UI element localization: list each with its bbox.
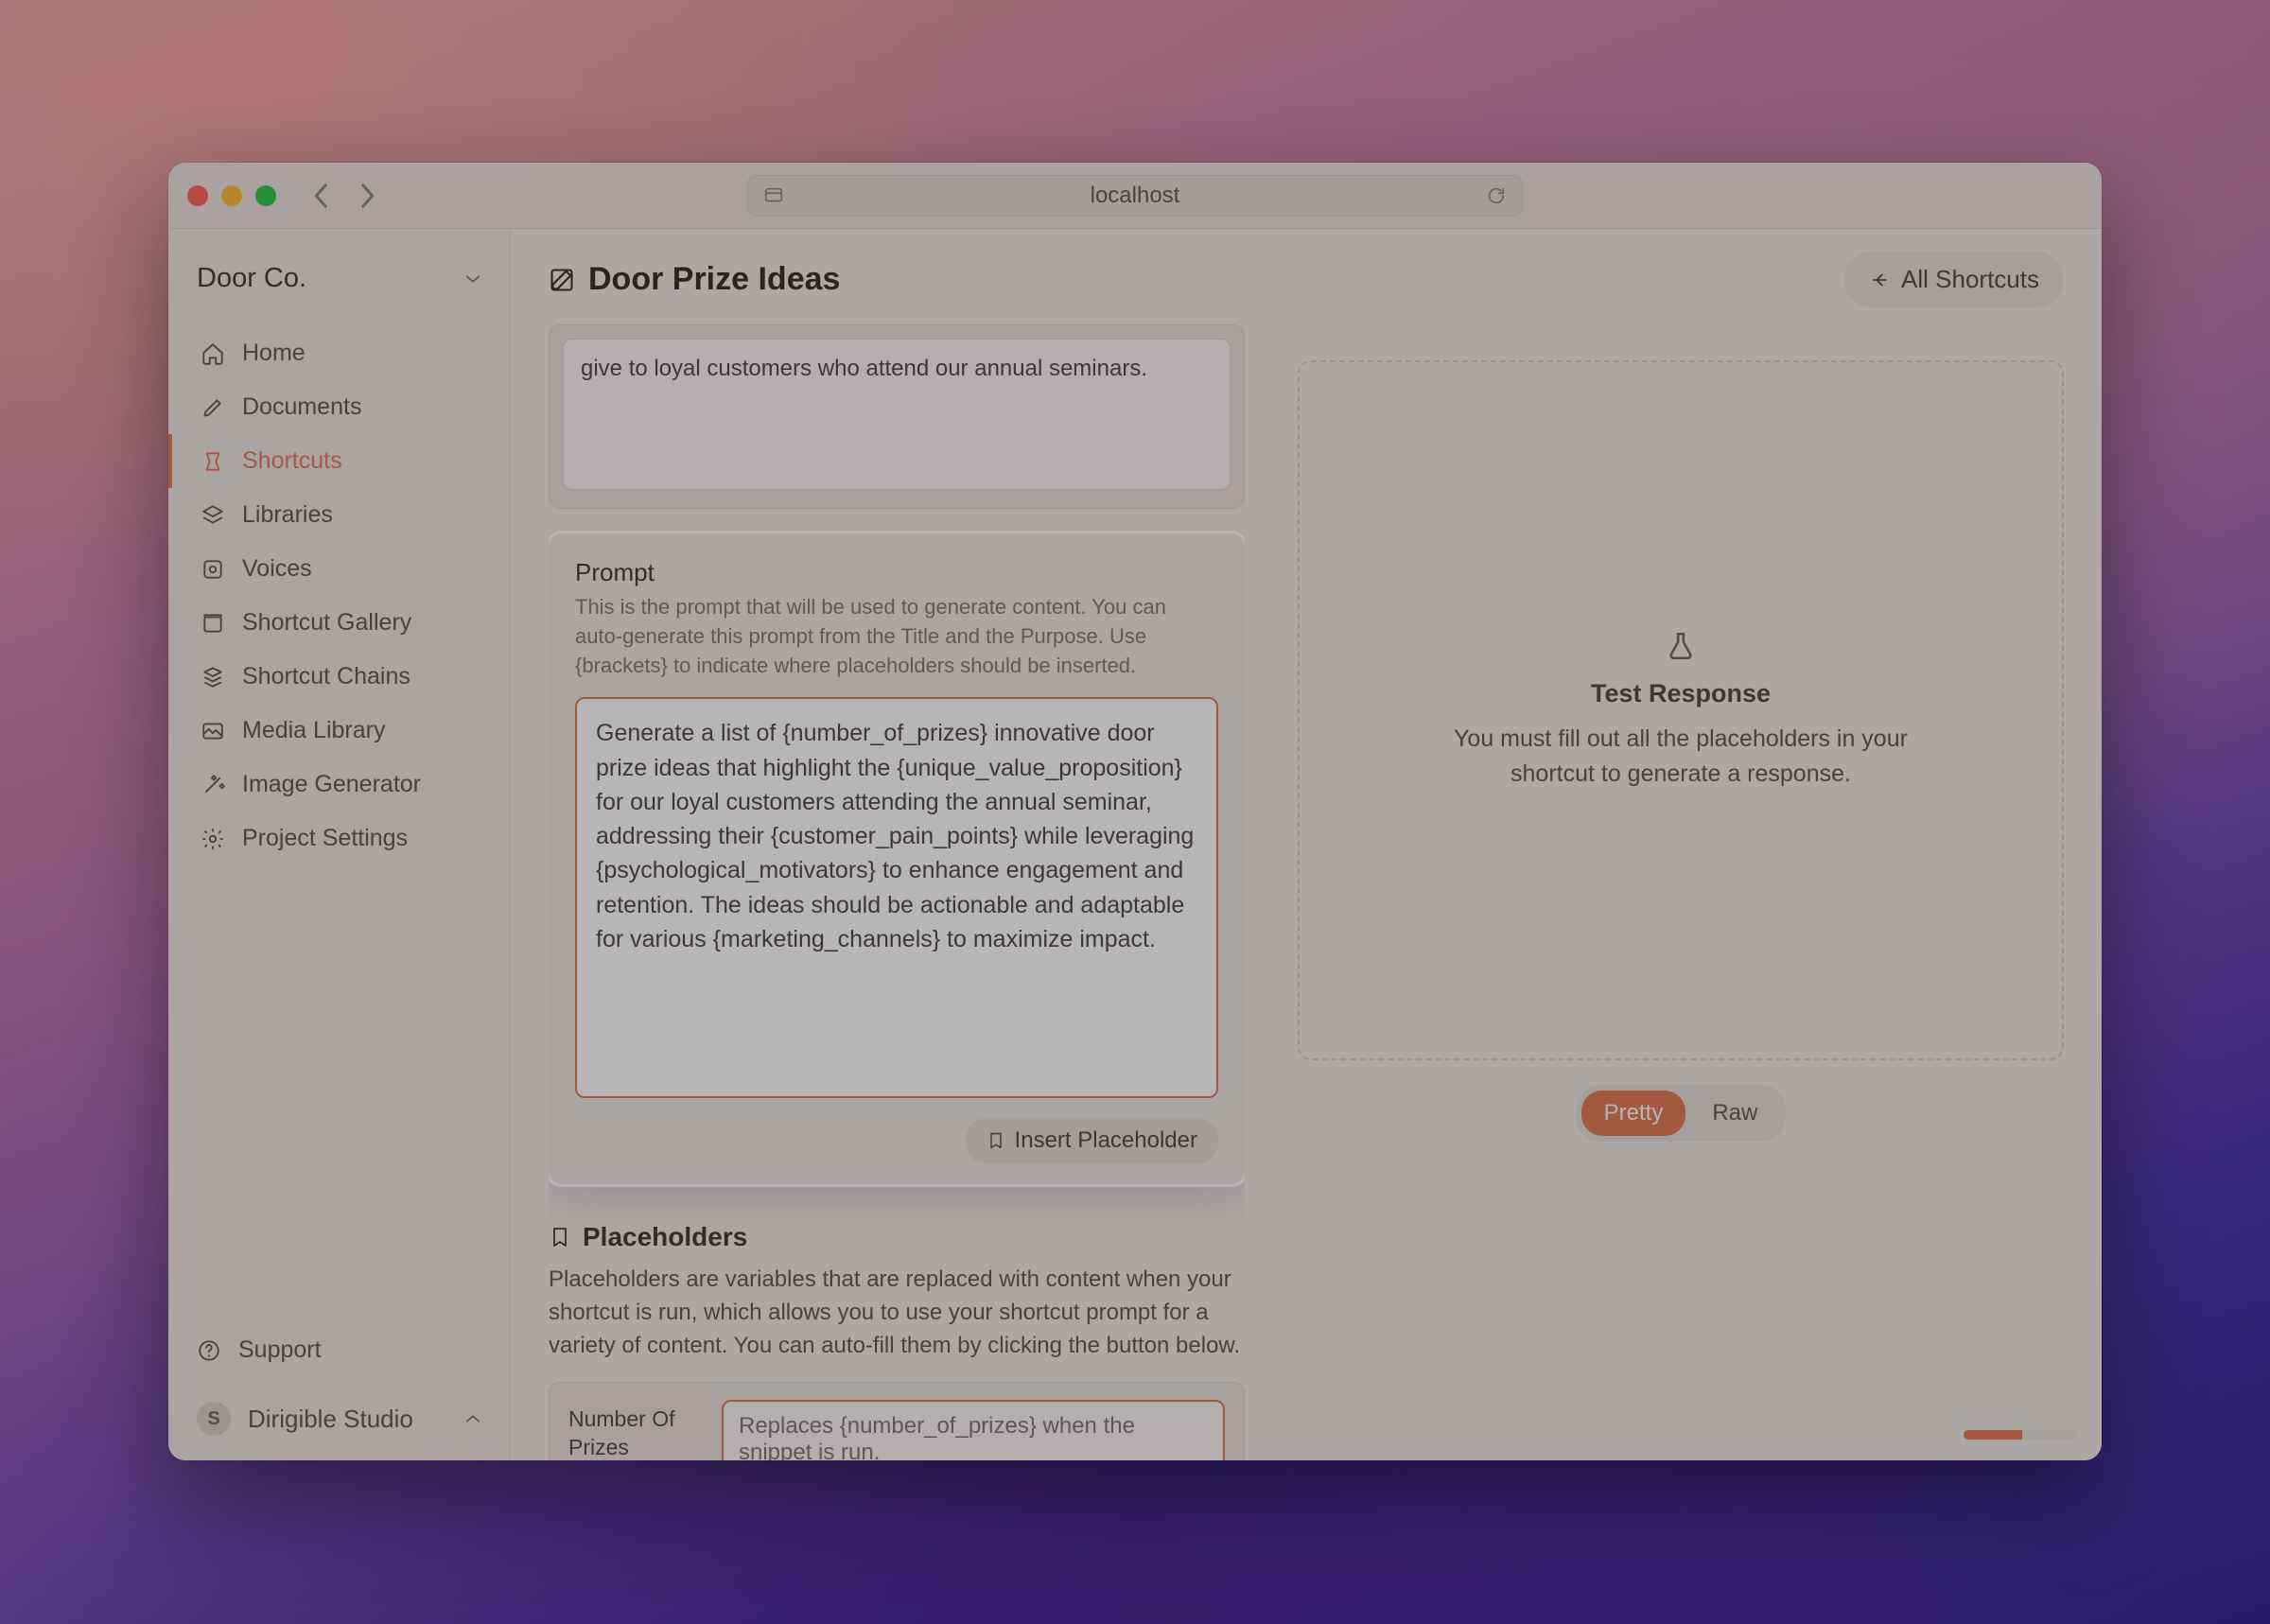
sidebar-item-label: Shortcut Gallery xyxy=(242,609,411,637)
sidebar-item-label: Voices xyxy=(242,555,312,583)
workspace-switcher[interactable]: Door Co. xyxy=(168,246,510,317)
page-title: Door Prize Ideas xyxy=(549,261,840,298)
progress-fill xyxy=(1964,1430,2022,1440)
response-view-toggle: Pretty Raw xyxy=(1576,1085,1787,1142)
insert-placeholder-button[interactable]: Insert Placeholder xyxy=(966,1118,1218,1163)
sidebar-item-project-settings[interactable]: Project Settings xyxy=(168,812,510,865)
placeholders-heading: Placeholders xyxy=(549,1222,1245,1252)
sidebar-item-libraries[interactable]: Libraries xyxy=(168,488,510,542)
workspace-name: Door Co. xyxy=(197,263,306,294)
chevron-down-icon xyxy=(464,271,481,288)
placeholders-description: Placeholders are variables that are repl… xyxy=(549,1264,1245,1362)
prompt-help-text: This is the prompt that will be used to … xyxy=(575,593,1218,680)
gallery-icon xyxy=(201,611,225,636)
sidebar-item-label: Shortcut Chains xyxy=(242,663,410,690)
forward-button[interactable] xyxy=(358,183,376,209)
flask-icon xyxy=(1665,630,1697,662)
studio-avatar: S xyxy=(197,1402,231,1436)
prompt-textarea[interactable] xyxy=(575,697,1218,1098)
sidebar-item-media-library[interactable]: Media Library xyxy=(168,704,510,758)
purpose-field-wrap xyxy=(549,324,1245,509)
chevron-up-icon xyxy=(464,1410,481,1427)
browser-nav-arrows xyxy=(312,183,376,209)
all-shortcuts-button[interactable]: All Shortcuts xyxy=(1844,252,2064,307)
sidebar-item-label: Media Library xyxy=(242,717,385,744)
support-label: Support xyxy=(238,1336,322,1364)
purpose-textarea[interactable] xyxy=(563,339,1231,490)
placeholder-field: Number Of Prizes xyxy=(549,1382,1245,1460)
voices-icon xyxy=(201,557,225,582)
test-response-title: Test Response xyxy=(1591,679,1771,708)
home-icon xyxy=(201,341,225,366)
sidebar-item-image-generator[interactable]: Image Generator xyxy=(168,758,510,812)
studio-name: Dirigible Studio xyxy=(248,1405,413,1434)
minimize-window-button[interactable] xyxy=(221,185,242,206)
shortcuts-icon xyxy=(201,449,225,474)
test-response-message: You must fill out all the placeholders i… xyxy=(1416,722,1946,791)
sidebar-item-label: Home xyxy=(242,340,306,367)
edit-icon[interactable] xyxy=(549,267,575,293)
chains-icon xyxy=(201,665,225,690)
sidebar-item-label: Libraries xyxy=(242,501,333,529)
sidebar-item-shortcut-chains[interactable]: Shortcut Chains xyxy=(168,650,510,704)
sidebar-item-label: Image Generator xyxy=(242,771,421,798)
help-icon xyxy=(197,1338,221,1363)
sidebar-item-label: Documents xyxy=(242,393,361,421)
placeholders-section: Placeholders Placeholders are variables … xyxy=(549,1209,1245,1460)
site-settings-icon[interactable] xyxy=(763,185,784,206)
back-button[interactable] xyxy=(312,183,331,209)
wand-icon xyxy=(201,773,225,797)
bookmark-icon xyxy=(987,1131,1005,1150)
gear-icon xyxy=(201,827,225,851)
placeholder-label: Number Of Prizes xyxy=(568,1400,701,1460)
progress-bar xyxy=(1964,1430,2077,1440)
url-text: localhost xyxy=(1091,183,1180,209)
sidebar-item-support[interactable]: Support xyxy=(168,1319,510,1381)
bookmark-icon xyxy=(549,1226,571,1249)
main-content: Door Prize Ideas All Shortcuts Prompt Th… xyxy=(511,229,2102,1460)
window-controls xyxy=(187,185,276,206)
reload-icon[interactable] xyxy=(1486,185,1507,206)
browser-window: localhost Door Co. Home Documents xyxy=(168,163,2102,1460)
sidebar-item-shortcuts[interactable]: Shortcuts xyxy=(168,434,510,488)
media-icon xyxy=(201,719,225,743)
close-window-button[interactable] xyxy=(187,185,208,206)
sidebar: Door Co. Home Documents Shortcuts xyxy=(168,229,511,1460)
toggle-raw[interactable]: Raw xyxy=(1689,1091,1780,1136)
toggle-pretty[interactable]: Pretty xyxy=(1581,1091,1686,1136)
sidebar-item-label: Project Settings xyxy=(242,825,408,852)
url-bar[interactable]: localhost xyxy=(747,175,1523,217)
test-response-panel: Test Response You must fill out all the … xyxy=(1298,360,2064,1060)
library-icon xyxy=(201,503,225,528)
arrow-left-icon xyxy=(1869,270,1890,290)
fullscreen-window-button[interactable] xyxy=(255,185,276,206)
pen-icon xyxy=(201,395,225,420)
prompt-section-title: Prompt xyxy=(575,558,1218,587)
sidebar-item-voices[interactable]: Voices xyxy=(168,542,510,596)
placeholder-input[interactable] xyxy=(722,1400,1225,1460)
sidebar-item-documents[interactable]: Documents xyxy=(168,380,510,434)
sidebar-item-home[interactable]: Home xyxy=(168,326,510,380)
studio-switcher[interactable]: S Dirigible Studio xyxy=(168,1381,510,1460)
sidebar-item-shortcut-gallery[interactable]: Shortcut Gallery xyxy=(168,596,510,650)
prompt-card: Prompt This is the prompt that will be u… xyxy=(549,533,1245,1184)
sidebar-item-label: Shortcuts xyxy=(242,447,342,475)
browser-titlebar: localhost xyxy=(168,163,2102,229)
